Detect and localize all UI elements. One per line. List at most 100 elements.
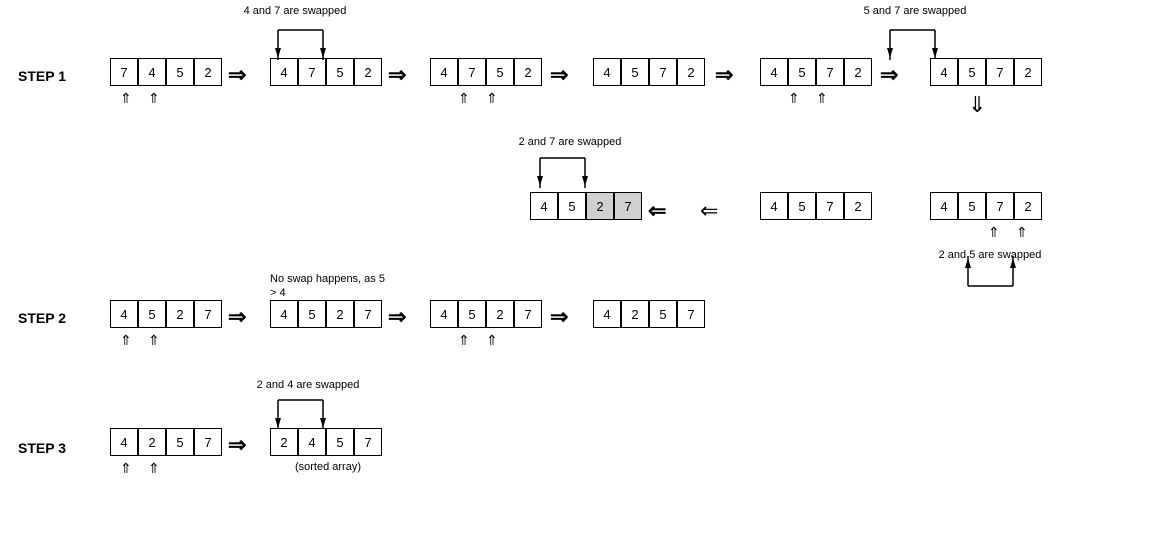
up-arrow: ⇑ [148, 332, 160, 349]
step3-array1: 4 2 5 7 [110, 428, 222, 456]
up-arrow: ⇑ [120, 90, 132, 107]
arrow-right: ⇒ [550, 304, 568, 330]
arrow-right: ⇒ [880, 62, 898, 88]
up-arrow: ⇑ [148, 90, 160, 107]
cell: 5 [788, 58, 816, 86]
step1-label: STEP 1 [18, 68, 66, 84]
up-arrow: ⇑ [120, 332, 132, 349]
up-arrow: ⇑ [486, 90, 498, 107]
cell: 7 [986, 58, 1014, 86]
cell: 4 [110, 300, 138, 328]
cell: 4 [530, 192, 558, 220]
ann4: No swap happens, as 5 > 4 [270, 272, 390, 301]
arrow-left: ⇐ [648, 198, 666, 224]
step1-array2: 4 7 5 2 [270, 58, 382, 86]
cell: 5 [458, 300, 486, 328]
cell: 2 [194, 58, 222, 86]
step2-array3: 4 5 2 7 [430, 300, 542, 328]
cell: 4 [593, 300, 621, 328]
arrow-down: ⇓ [968, 92, 986, 118]
step1-array6: 4 5 7 2 [930, 58, 1042, 86]
arrow-right: ⇒ [388, 304, 406, 330]
cell: 4 [138, 58, 166, 86]
cell: 5 [166, 428, 194, 456]
cell: 2 [621, 300, 649, 328]
arrow-right: ⇒ [550, 62, 568, 88]
step1-array8: 4 5 7 2 [930, 192, 1042, 220]
cell: 7 [816, 192, 844, 220]
cell: 2 [326, 300, 354, 328]
cell: 5 [649, 300, 677, 328]
step1-array7: 4 5 2 7 [530, 192, 642, 220]
arrow-right: ⇒ [715, 62, 733, 88]
cell: 7 [194, 300, 222, 328]
cell: 7 [298, 58, 326, 86]
ann6: 2 and 4 are swapped [248, 378, 368, 392]
cell: 5 [138, 300, 166, 328]
cell: 5 [958, 192, 986, 220]
cell: 5 [166, 58, 194, 86]
cell: 2 [677, 58, 705, 86]
cell: 7 [677, 300, 705, 328]
step1-array3: 4 7 5 2 [430, 58, 542, 86]
step2-array4: 4 2 5 7 [593, 300, 705, 328]
arrow-right: ⇒ [388, 62, 406, 88]
cell: 7 [354, 428, 382, 456]
cell: 7 [649, 58, 677, 86]
up-arrow: ⇑ [486, 332, 498, 349]
cell: 2 [270, 428, 298, 456]
cell: 5 [958, 58, 986, 86]
cell: 2 [486, 300, 514, 328]
cell: 2 [1014, 192, 1042, 220]
up-arrow: ⇑ [816, 90, 828, 107]
step3-array2: 2 4 5 7 [270, 428, 382, 456]
up-arrow: ⇑ [458, 332, 470, 349]
cell: 4 [110, 428, 138, 456]
cell: 5 [326, 428, 354, 456]
ann1: 4 and 7 are swapped [240, 4, 350, 18]
ann3: 2 and 7 are swapped [510, 135, 630, 149]
up-arrow: ⇑ [458, 90, 470, 107]
cell: 2 [514, 58, 542, 86]
cell: 4 [298, 428, 326, 456]
cell: 2 [1014, 58, 1042, 86]
step1-array1: 7 4 5 2 [110, 58, 222, 86]
cell: 4 [270, 58, 298, 86]
cell: 7 [354, 300, 382, 328]
step2-array2: 4 5 2 7 [270, 300, 382, 328]
swap-bracket-3 [530, 148, 600, 190]
ann2: 5 and 7 are swapped [860, 4, 970, 18]
up-arrow: ⇑ [788, 90, 800, 107]
cell: 7 [194, 428, 222, 456]
swap-bracket-1 [268, 20, 338, 62]
cell: 4 [760, 58, 788, 86]
cell: 4 [593, 58, 621, 86]
cell: 5 [621, 58, 649, 86]
cell: 2 [844, 192, 872, 220]
cell: 7 [816, 58, 844, 86]
cell: 4 [930, 192, 958, 220]
arrow-right: ⇒ [228, 304, 246, 330]
arrow-left2: ⇐ [700, 198, 718, 224]
step2-label: STEP 2 [18, 310, 66, 326]
step1-array9: 4 5 7 2 [760, 192, 872, 220]
up-arrow: ⇑ [148, 460, 160, 477]
cell: 2 [138, 428, 166, 456]
cell: 4 [430, 58, 458, 86]
cell: 4 [760, 192, 788, 220]
step2-array1: 4 5 2 7 [110, 300, 222, 328]
cell: 5 [298, 300, 326, 328]
cell: 4 [270, 300, 298, 328]
cell: 4 [930, 58, 958, 86]
cell: 2 [844, 58, 872, 86]
cell: 5 [326, 58, 354, 86]
cell: 5 [486, 58, 514, 86]
step1-array4: 4 5 7 2 [593, 58, 705, 86]
cell: 7 [614, 192, 642, 220]
cell: 2 [586, 192, 614, 220]
up-arrow: ⇑ [120, 460, 132, 477]
arrow-right: ⇒ [228, 62, 246, 88]
swap-bracket-6 [268, 390, 338, 432]
step1-array5: 4 5 7 2 [760, 58, 872, 86]
arrow-right: ⇒ [228, 432, 246, 458]
